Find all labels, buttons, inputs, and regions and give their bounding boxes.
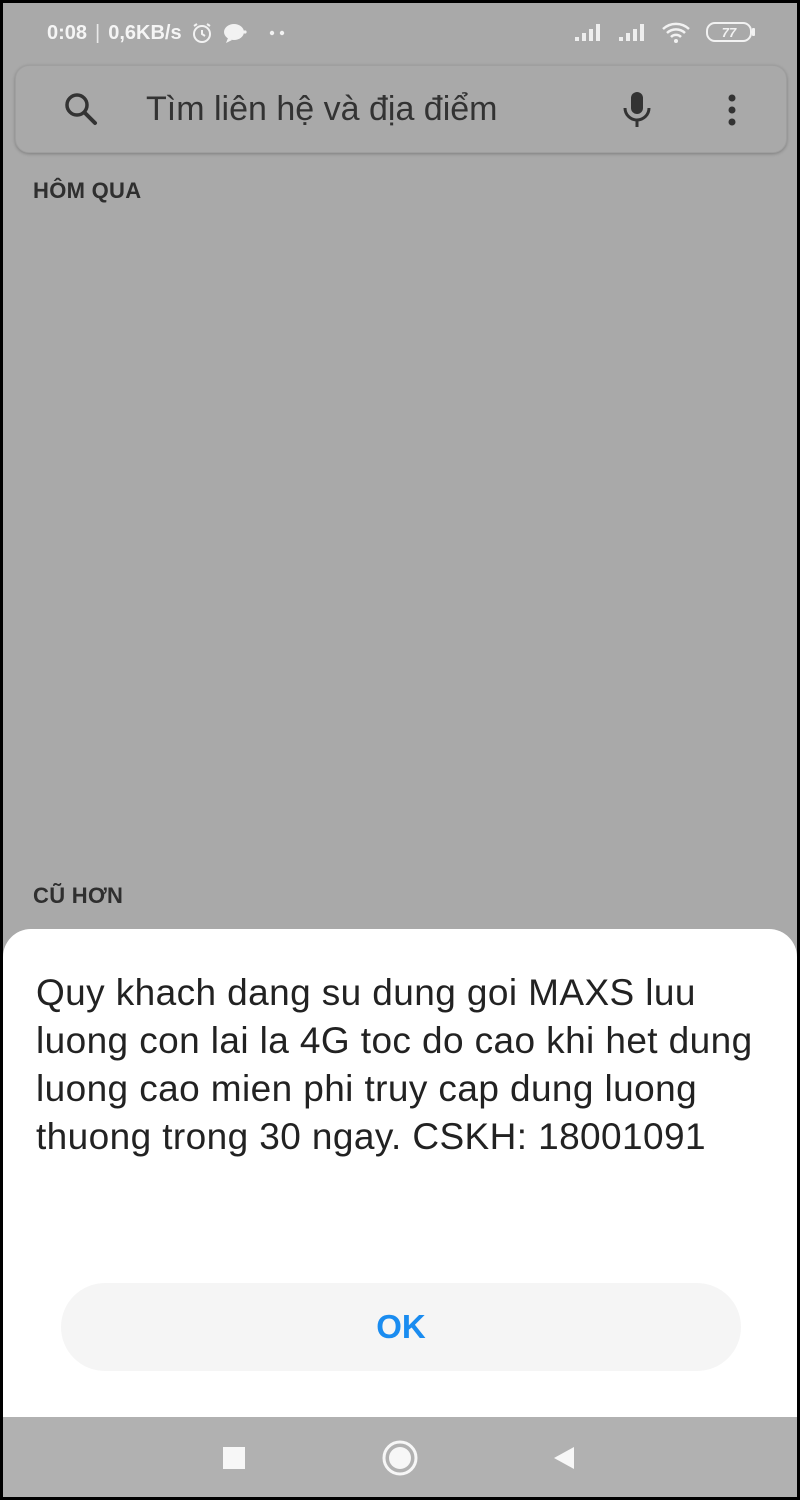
search-icon[interactable]	[62, 90, 100, 133]
signal-icon	[617, 22, 647, 42]
navigation-bar	[3, 1417, 797, 1497]
search-bar	[15, 65, 787, 153]
more-dots-icon	[268, 29, 288, 37]
section-header-older: CŨ HƠN	[33, 883, 124, 908]
signal-icon	[573, 22, 603, 42]
home-icon[interactable]	[375, 1437, 425, 1479]
dialog-message: Quy khach dang su dung goi MAXS luu luon…	[36, 972, 753, 1157]
more-vert-icon[interactable]	[724, 90, 740, 135]
status-separator: |	[95, 21, 101, 44]
recent-apps-icon[interactable]	[209, 1437, 259, 1479]
back-icon[interactable]	[539, 1437, 589, 1479]
status-bar: 0:08 | 0,6KB/s 77	[3, 3, 797, 63]
wifi-icon	[661, 21, 691, 43]
phone-screen: 0:08 | 0,6KB/s 77 Tìm liên hệ và địa điể…	[3, 3, 797, 1497]
battery-level: 77	[722, 25, 737, 40]
search-input[interactable]	[146, 84, 576, 134]
microphone-icon[interactable]	[620, 90, 654, 135]
message-dialog: Quy khach dang su dung goi MAXS luu luon…	[3, 929, 797, 1417]
status-time: 0:08	[47, 21, 88, 44]
chat-bubble-icon	[222, 22, 248, 44]
status-right: 77	[573, 21, 757, 43]
ok-button[interactable]: OK	[61, 1283, 741, 1371]
status-network-speed: 0,6KB/s	[108, 21, 182, 44]
status-left: 0:08 | 0,6KB/s	[47, 21, 288, 45]
alarm-icon	[190, 21, 214, 45]
section-header-yesterday: HÔM QUA	[33, 178, 142, 203]
battery-icon: 77	[705, 21, 757, 43]
